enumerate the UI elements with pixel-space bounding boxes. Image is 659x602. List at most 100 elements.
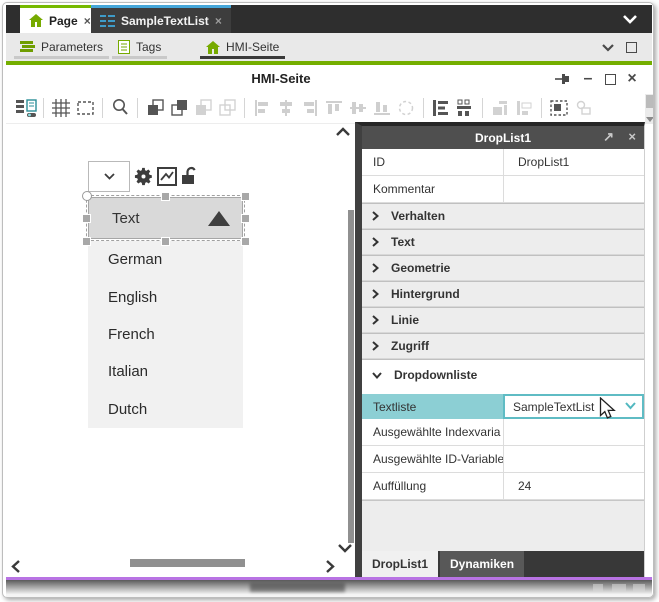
vscroll-down-icon[interactable]: [338, 544, 352, 553]
close-icon[interactable]: ×: [84, 15, 91, 27]
pin-icon[interactable]: [554, 70, 572, 88]
nav-tab-label: Tags: [136, 40, 161, 54]
close-icon[interactable]: ×: [628, 129, 636, 144]
property-value[interactable]: [503, 446, 644, 472]
same-width-button[interactable]: [488, 95, 512, 121]
close-icon[interactable]: ×: [215, 15, 222, 27]
same-height-button[interactable]: [512, 95, 536, 121]
distribute-vertical-button[interactable]: [453, 95, 477, 121]
selection-handle[interactable]: [82, 237, 91, 246]
tab-underline: [14, 56, 109, 59]
selection-handle[interactable]: [82, 191, 92, 201]
property-row-id[interactable]: ID DropList1: [362, 149, 644, 176]
toolbar-separator: [482, 98, 483, 118]
grid-toggle-button[interactable]: [49, 95, 73, 121]
send-to-back-button[interactable]: [215, 95, 239, 121]
maximize-icon[interactable]: [601, 70, 619, 88]
tabbar-overflow-chevron-icon[interactable]: [623, 15, 637, 24]
property-label: Ausgewählte ID-Variable: [362, 446, 503, 472]
align-top-button[interactable]: [322, 95, 346, 121]
tab-page[interactable]: Page ×: [20, 5, 100, 33]
selection-frame-button[interactable]: [547, 95, 571, 121]
align-right-button[interactable]: [298, 95, 322, 121]
dropdown-open-list[interactable]: German English French Italian Dutch: [88, 241, 243, 428]
align-middle-button[interactable]: [346, 95, 370, 121]
snap-to-grid-button[interactable]: [73, 95, 97, 121]
section-verhalten[interactable]: Verhalten: [362, 203, 644, 229]
toolbar-scroll-thumb[interactable]: [646, 95, 653, 108]
nav-tab-parameters[interactable]: Parameters: [20, 33, 103, 61]
textlist-icon: [100, 15, 115, 27]
property-row-kommentar[interactable]: Kommentar: [362, 176, 644, 203]
minimize-icon[interactable]: –: [579, 70, 597, 88]
toolbar-scroll-down-icon[interactable]: [646, 117, 654, 122]
zoom-button[interactable]: [108, 95, 132, 121]
selection-handle[interactable]: [241, 237, 250, 246]
chevron-down-icon[interactable]: [625, 402, 636, 410]
chevron-right-icon: [372, 211, 379, 221]
tab-sampletextlist[interactable]: SampleTextList ×: [91, 5, 231, 33]
close-icon[interactable]: ×: [623, 70, 641, 88]
property-row-id-variable[interactable]: Ausgewählte ID-Variable: [362, 446, 644, 473]
section-geometrie[interactable]: Geometrie: [362, 255, 644, 281]
property-row-indexvariable[interactable]: Ausgewählte Indexvaria: [362, 419, 644, 446]
dropdown-collapse-triangle-icon[interactable]: [208, 211, 230, 226]
widget-dynamics-chart-icon[interactable]: [157, 167, 177, 186]
property-value[interactable]: [503, 176, 644, 202]
nav-tab-tags[interactable]: Tags: [118, 33, 161, 61]
panel-tab-dynamiken[interactable]: Dynamiken: [440, 551, 524, 577]
nav-tab-hmi-seite[interactable]: HMI-Seite: [206, 33, 279, 61]
parameters-icon: [20, 41, 35, 53]
section-dropdownliste[interactable]: Dropdownliste: [362, 359, 644, 390]
hscroll-left-icon[interactable]: [11, 560, 20, 573]
rotate-button[interactable]: [394, 95, 418, 121]
align-bottom-button[interactable]: [370, 95, 394, 121]
horizontal-scrollbar-thumb[interactable]: [130, 559, 245, 567]
toolbar-scrollbar[interactable]: [645, 94, 654, 124]
property-value[interactable]: DropList1: [503, 149, 644, 175]
list-item[interactable]: Dutch: [88, 391, 243, 428]
list-item[interactable]: Italian: [88, 353, 243, 390]
section-text[interactable]: Text: [362, 229, 644, 255]
widget-settings-gear-icon[interactable]: [133, 166, 154, 187]
properties-panel-header[interactable]: DropList1 ↗ ×: [362, 126, 644, 149]
panel-tab-droplist1[interactable]: DropList1: [362, 551, 438, 577]
clipped-status-glyph: [593, 584, 603, 592]
section-hintergrund[interactable]: Hintergrund: [362, 281, 644, 307]
list-item[interactable]: English: [88, 278, 243, 315]
list-item[interactable]: German: [88, 241, 243, 278]
group-button[interactable]: [571, 95, 595, 121]
vscroll-up-icon[interactable]: [336, 127, 350, 136]
selection-handle[interactable]: [161, 237, 170, 246]
editor-mode-button[interactable]: [14, 95, 38, 121]
section-linie[interactable]: Linie: [362, 307, 644, 333]
selection-handle[interactable]: [241, 214, 250, 223]
property-value[interactable]: [503, 419, 644, 445]
section-label: Dropdownliste: [394, 368, 477, 382]
list-item[interactable]: French: [88, 316, 243, 353]
bring-forward-button[interactable]: [143, 95, 167, 121]
align-left-button[interactable]: [250, 95, 274, 121]
align-center-button[interactable]: [274, 95, 298, 121]
section-zugriff[interactable]: Zugriff: [362, 333, 644, 359]
distribute-horizontal-button[interactable]: [429, 95, 453, 121]
bring-to-front-button[interactable]: [191, 95, 215, 121]
selection-handle[interactable]: [82, 214, 91, 223]
property-row-auffuellung[interactable]: Auffüllung 24: [362, 473, 644, 500]
undock-icon[interactable]: ↗: [603, 129, 614, 145]
selection-handle[interactable]: [161, 192, 170, 201]
send-backward-button[interactable]: [167, 95, 191, 121]
hscroll-right-icon[interactable]: [326, 560, 335, 573]
widget-unlock-icon[interactable]: [180, 165, 198, 186]
widget-smart-tag-dropdown[interactable]: [88, 161, 130, 192]
home-icon: [29, 14, 43, 27]
property-label: Ausgewählte Indexvaria: [362, 419, 503, 445]
property-value[interactable]: 24: [503, 473, 644, 499]
selection-handle[interactable]: [241, 192, 250, 201]
maximize-icon[interactable]: [626, 42, 637, 53]
textliste-select[interactable]: SampleTextList: [503, 394, 644, 419]
dropdown-widget-header[interactable]: Text: [88, 197, 243, 239]
navbar-overflow-chevron-icon[interactable]: [602, 44, 614, 52]
vertical-scrollbar-thumb[interactable]: [348, 210, 354, 543]
property-label: Auffüllung: [362, 473, 503, 499]
